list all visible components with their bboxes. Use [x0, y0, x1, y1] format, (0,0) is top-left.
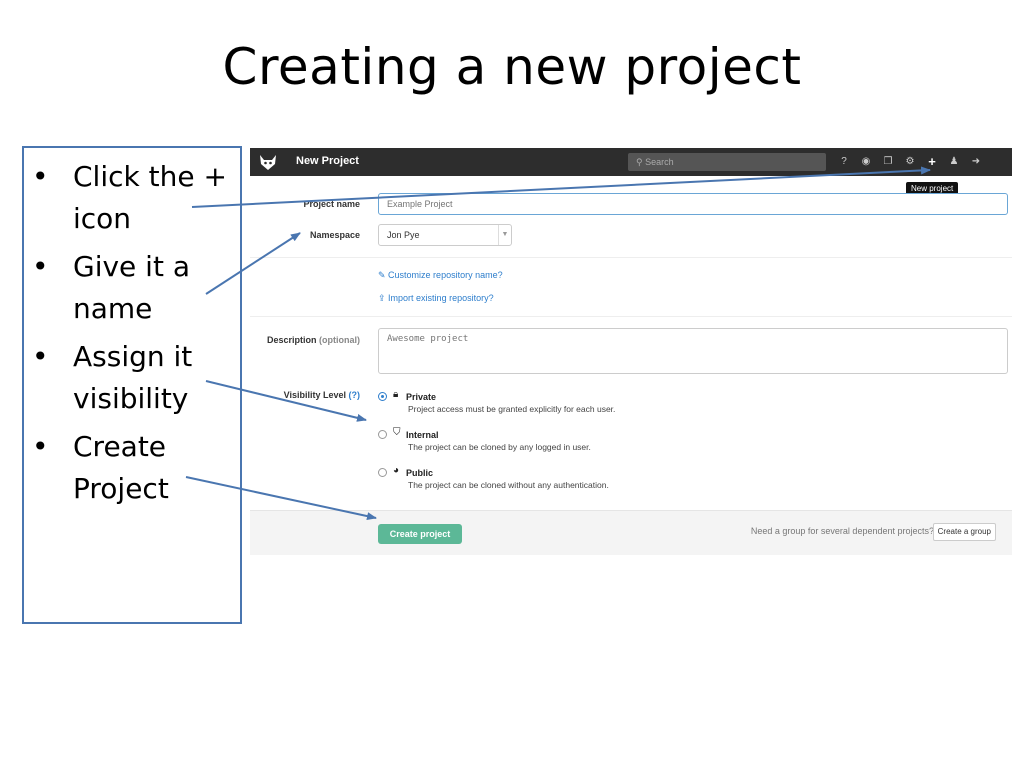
- visibility-help-link[interactable]: (?): [349, 390, 361, 400]
- description-textarea[interactable]: [378, 328, 1008, 374]
- private-desc: Project access must be granted explicitl…: [408, 404, 616, 414]
- help-icon[interactable]: ?: [836, 154, 852, 170]
- optional-note: (optional): [319, 335, 360, 345]
- instruction-list: • Click the + icon • Give it a name • As…: [24, 148, 240, 510]
- search-input[interactable]: ⚲ Search: [628, 153, 826, 171]
- description-label-text: Description: [266, 335, 317, 345]
- public-desc: The project can be cloned without any au…: [408, 480, 609, 490]
- project-name-input[interactable]: [378, 193, 1008, 215]
- form-actions: Create project Need a group for several …: [250, 510, 1012, 555]
- gitlab-screenshot: New Project ⚲ Search ? ◉ ❐ ⚙ + ♟ ➜ New p…: [250, 148, 1012, 556]
- namespace-value: Jon Pye: [387, 230, 420, 240]
- instruction-text: Click the + icon: [73, 160, 227, 235]
- plus-icon[interactable]: +: [924, 154, 940, 170]
- bullet-dot: •: [32, 250, 49, 283]
- radio-public[interactable]: [378, 468, 387, 477]
- bullet-dot: •: [32, 160, 49, 193]
- gears-icon[interactable]: ⚙: [902, 154, 918, 170]
- instruction-item: • Give it a name: [24, 246, 240, 330]
- description-label: Description (optional): [250, 335, 360, 345]
- instruction-box: • Click the + icon • Give it a name • As…: [22, 146, 242, 624]
- visibility-label: Visibility Level (?): [250, 390, 360, 400]
- project-name-label: Project name: [303, 199, 360, 209]
- create-project-button[interactable]: Create project: [378, 524, 462, 544]
- gitlab-logo-icon[interactable]: [258, 152, 278, 172]
- instruction-text: Assign it visibility: [73, 340, 193, 415]
- visibility-label-text: Visibility Level: [283, 390, 346, 400]
- radio-internal[interactable]: [378, 430, 387, 439]
- user-icon[interactable]: ♟: [946, 154, 962, 170]
- namespace-select[interactable]: Jon Pye ▼: [378, 224, 512, 246]
- bullet-dot: •: [32, 430, 49, 463]
- radio-private[interactable]: [378, 392, 387, 401]
- public-title: Public: [406, 468, 434, 478]
- search-icon: ⚲: [636, 157, 646, 167]
- upload-icon: ⇪: [378, 293, 389, 303]
- edit-icon: ✎: [378, 270, 389, 280]
- divider: [250, 257, 1012, 258]
- slide-title: Creating a new project: [222, 38, 802, 96]
- import-repo-link[interactable]: ⇪ Import existing repository?: [378, 293, 494, 304]
- internal-title: Internal: [406, 430, 439, 440]
- instruction-item: • Click the + icon: [24, 156, 240, 240]
- private-title: Private: [406, 392, 437, 402]
- customize-repo-link[interactable]: ✎ Customize repository name?: [378, 270, 503, 281]
- sign-out-icon[interactable]: ➜: [968, 154, 984, 170]
- instruction-text: Give it a name: [73, 250, 190, 325]
- namespace-label: Namespace: [309, 230, 360, 240]
- customize-repo-label: Customize repository name?: [388, 270, 503, 280]
- page-title: New Project: [296, 155, 359, 167]
- search-placeholder: Search: [645, 157, 674, 167]
- import-repo-label: Import existing repository?: [388, 293, 494, 303]
- internal-desc: The project can be cloned by any logged …: [408, 442, 591, 452]
- instruction-item: • Assign it visibility: [24, 336, 240, 420]
- instruction-text: Create Project: [73, 430, 169, 505]
- globe-icon[interactable]: ◉: [858, 154, 874, 170]
- group-hint: Need a group for several dependent proje…: [750, 526, 934, 536]
- instruction-item: • Create Project: [24, 426, 240, 510]
- top-navbar: New Project ⚲ Search ? ◉ ❐ ⚙ + ♟ ➜: [250, 148, 1012, 176]
- chevron-down-icon: ▼: [498, 225, 511, 245]
- globe-icon: ◕: [393, 465, 400, 476]
- lock-icon: 🔒︎: [393, 389, 399, 400]
- divider: [250, 316, 1012, 317]
- copy-icon[interactable]: ❐: [880, 154, 896, 170]
- create-group-button[interactable]: Create a group: [932, 523, 996, 541]
- bullet-dot: •: [32, 340, 49, 373]
- shield-icon: ⛉: [393, 427, 401, 438]
- topbar-icons: ? ◉ ❐ ⚙ + ♟ ➜: [836, 154, 990, 170]
